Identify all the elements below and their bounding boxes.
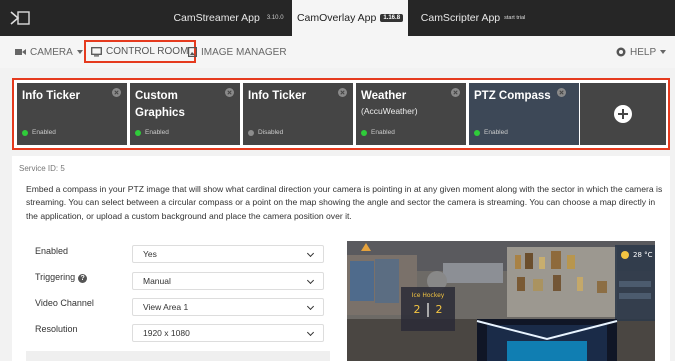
nav-label: IMAGE MANAGER bbox=[201, 46, 287, 58]
monitor-icon bbox=[91, 46, 102, 56]
close-icon[interactable] bbox=[557, 88, 566, 97]
add-widget-button[interactable] bbox=[580, 83, 666, 145]
version-badge: 1.16.8 bbox=[380, 14, 404, 22]
lifebuoy-icon bbox=[616, 47, 626, 57]
chevron-down-icon bbox=[76, 50, 83, 54]
preview-scene: Ice Hockey 2 2 28 °C bbox=[347, 241, 655, 361]
form-footer bbox=[26, 351, 330, 361]
close-icon[interactable] bbox=[338, 88, 347, 97]
nav-camera[interactable]: CAMERA bbox=[15, 36, 83, 68]
status-dot-icon bbox=[248, 129, 254, 136]
camstreamer-logo-icon[interactable] bbox=[10, 11, 30, 25]
widget-title: Custom Graphics bbox=[135, 90, 185, 119]
close-icon[interactable] bbox=[112, 88, 121, 97]
widget-strip: Info Ticker Enabled Custom Graphics Enab… bbox=[12, 78, 670, 150]
nav-help[interactable]: HELP bbox=[616, 36, 667, 68]
chevron-down-icon bbox=[306, 302, 315, 311]
video-channel-select[interactable]: View Area 1 bbox=[132, 298, 324, 316]
start-trial-link[interactable]: start trial bbox=[504, 15, 525, 21]
nav-image-manager[interactable]: IMAGE MANAGER bbox=[188, 36, 287, 68]
tab-camstreamer-app[interactable]: CamStreamer App 3.10.0 bbox=[168, 0, 292, 36]
widget-subtitle: (AccuWeather) bbox=[361, 106, 418, 116]
close-icon[interactable] bbox=[451, 88, 460, 97]
field-label: Triggering bbox=[35, 272, 76, 282]
widget-title: Info Ticker bbox=[22, 90, 80, 102]
image-icon bbox=[188, 47, 197, 57]
enabled-label: Enabled bbox=[35, 246, 69, 256]
widget-status: Enabled bbox=[22, 129, 56, 136]
widget-status: Enabled bbox=[474, 129, 508, 136]
plus-icon bbox=[614, 105, 632, 123]
status-dot-icon bbox=[135, 129, 141, 136]
widget-status: Enabled bbox=[135, 129, 169, 136]
service-id: Service ID: 5 bbox=[19, 164, 65, 173]
status-dot-icon bbox=[361, 129, 367, 136]
status-label: Enabled bbox=[32, 129, 56, 136]
tab-label: CamOverlay App bbox=[296, 12, 377, 24]
triggering-select[interactable]: Manual bbox=[132, 272, 324, 290]
widget-settings-panel: Service ID: 5 Embed a compass in your PT… bbox=[12, 156, 670, 361]
chevron-down-icon bbox=[306, 249, 315, 258]
widget-description: Embed a compass in your PTZ image that w… bbox=[26, 184, 663, 221]
status-dot-icon bbox=[22, 129, 28, 136]
tab-camoverlay-app[interactable]: CamOverlay App 1.16.8 bbox=[292, 0, 408, 36]
status-label: Enabled bbox=[145, 129, 169, 136]
scoreboard-title: Ice Hockey bbox=[412, 292, 445, 299]
widget-card-info-ticker[interactable]: Info Ticker Enabled bbox=[17, 83, 127, 145]
widget-card-weather[interactable]: Weather (AccuWeather) Enabled bbox=[356, 83, 466, 145]
nav-label: CONTROL ROOM bbox=[106, 46, 189, 57]
resolution-label: Resolution bbox=[35, 324, 78, 334]
status-label: Enabled bbox=[484, 129, 508, 136]
tab-camscripter-app[interactable]: CamScripter App start trial bbox=[408, 0, 538, 36]
camera-icon bbox=[15, 49, 26, 55]
scoreboard-home: 2 bbox=[414, 303, 421, 316]
video-channel-label: Video Channel bbox=[35, 298, 94, 308]
chevron-down-icon bbox=[306, 276, 315, 285]
chevron-down-icon bbox=[306, 328, 315, 337]
scoreboard-away: 2 bbox=[436, 303, 443, 316]
triggering-label: Triggering? bbox=[35, 272, 88, 283]
app-switcher-bar: CamStreamer App 3.10.0 CamOverlay App 1.… bbox=[0, 0, 675, 36]
select-value: Manual bbox=[143, 276, 171, 286]
tab-label: CamStreamer App bbox=[173, 12, 260, 24]
widget-status: Disabled bbox=[248, 129, 283, 136]
status-label: Disabled bbox=[258, 129, 284, 136]
status-label: Enabled bbox=[371, 129, 395, 136]
widget-card-ptz-compass[interactable]: PTZ Compass Enabled bbox=[469, 83, 579, 145]
nav-label: CAMERA bbox=[30, 46, 73, 58]
chevron-down-icon bbox=[660, 50, 667, 54]
select-value: Yes bbox=[143, 249, 157, 259]
resolution-select[interactable]: 1920 x 1080 bbox=[132, 324, 324, 342]
enabled-select[interactable]: Yes bbox=[132, 245, 324, 263]
close-icon[interactable] bbox=[225, 88, 234, 97]
widget-title: Weather bbox=[361, 90, 407, 102]
help-icon[interactable]: ? bbox=[78, 274, 88, 283]
widget-title: PTZ Compass bbox=[474, 90, 551, 102]
widget-card-custom-graphics[interactable]: Custom Graphics Enabled bbox=[130, 83, 240, 145]
status-dot-icon bbox=[474, 129, 480, 136]
version-badge: 3.10.0 bbox=[266, 15, 284, 21]
nav-control-room[interactable]: CONTROL ROOM bbox=[84, 40, 197, 63]
widget-card-info-ticker-2[interactable]: Info Ticker Disabled bbox=[243, 83, 353, 145]
widget-status: Enabled bbox=[361, 129, 395, 136]
tab-label: CamScripter App bbox=[420, 12, 501, 24]
select-value: 1920 x 1080 bbox=[143, 328, 190, 338]
main-navigation: CAMERA CONTROL ROOM IMAGE MANAGER HELP bbox=[0, 36, 675, 68]
camera-preview[interactable]: Ice Hockey 2 2 28 °C bbox=[347, 241, 655, 361]
nav-label: HELP bbox=[630, 46, 657, 58]
select-value: View Area 1 bbox=[143, 302, 189, 312]
widget-title: Info Ticker bbox=[248, 90, 306, 102]
weather-temperature: 28 °C bbox=[633, 251, 653, 259]
